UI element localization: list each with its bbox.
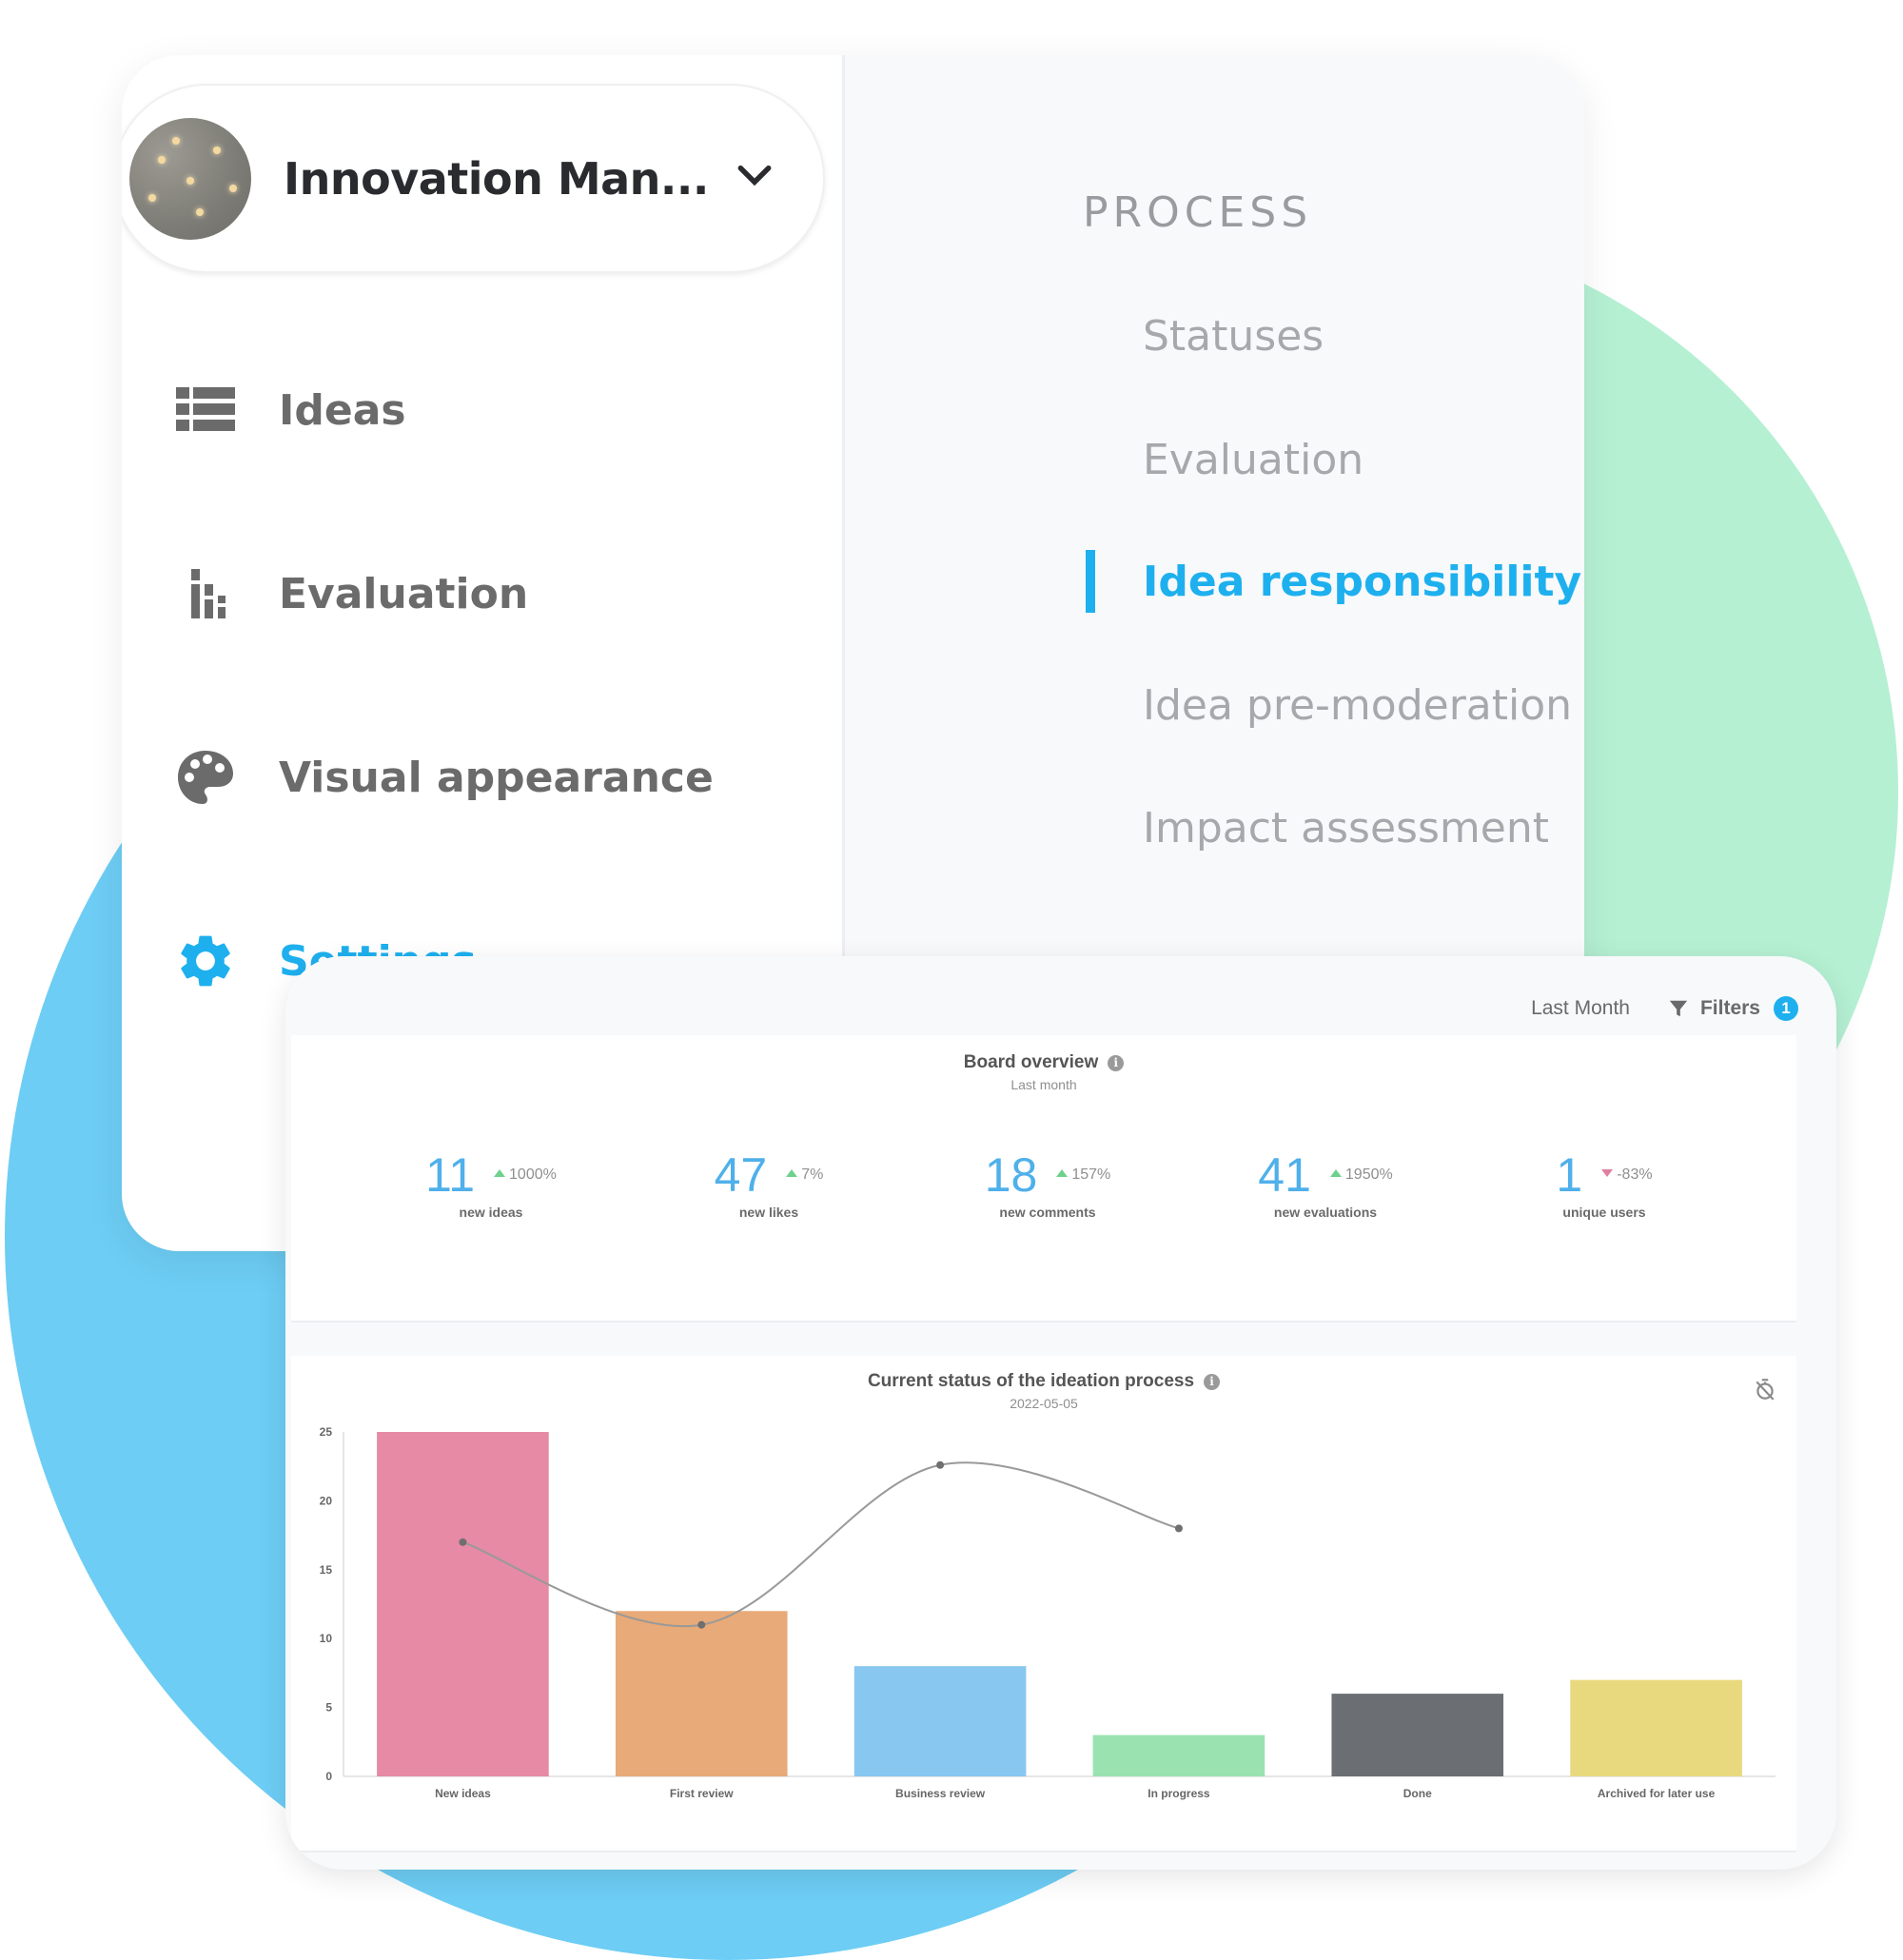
filter-icon [1669, 1000, 1688, 1017]
bar-chart-icon [174, 562, 237, 625]
x-tick-label: Business review [895, 1787, 986, 1800]
kpi-delta: 7% [786, 1166, 823, 1184]
filters-label: Filters [1699, 997, 1760, 1019]
kpi-caption: new comments [999, 1205, 1096, 1220]
status-chart-title-text: Current status of the ideation process [867, 1371, 1195, 1391]
submenu-item-idea-pre-moderation[interactable]: Idea pre-moderation [1143, 681, 1572, 730]
y-tick-label: 0 [325, 1770, 332, 1783]
gear-icon [174, 930, 237, 992]
sidebar-item-label: Evaluation [279, 569, 529, 618]
trend-up-icon [494, 1169, 506, 1177]
stopwatch-off-icon[interactable] [1753, 1377, 1777, 1401]
kpi-new-comments: 18 157% new comments [924, 1147, 1171, 1220]
status-chart-date: 2022-05-05 [1010, 1396, 1078, 1411]
trend-line [462, 1461, 1180, 1628]
palette-icon [174, 746, 237, 809]
active-indicator [1086, 550, 1095, 613]
y-tick-label: 15 [320, 1563, 333, 1577]
y-tick-label: 10 [320, 1632, 333, 1645]
board-overview-subtitle: Last month [1010, 1077, 1077, 1092]
trend-up-icon [1056, 1169, 1069, 1177]
period-selector[interactable]: Last Month [1531, 997, 1630, 1020]
trend-point [697, 1620, 706, 1629]
sidebar-item-ideas[interactable]: Ideas [174, 372, 406, 448]
info-icon[interactable]: i [1204, 1374, 1221, 1390]
filters-button[interactable]: Filters 1 [1668, 996, 1798, 1021]
kpi-caption: unique users [1562, 1205, 1646, 1220]
process-section-title: PROCESS [1083, 188, 1313, 237]
kpi-new-evaluations: 41 1950% new evaluations [1202, 1147, 1449, 1220]
status-bar-chart: 0 5 10 15 20 25 New ideas First review Business … [320, 1425, 1775, 1800]
kpi-caption: new likes [738, 1205, 799, 1220]
kpi-caption: new ideas [459, 1205, 523, 1220]
dashboard-toolbar: Last Month Filters 1 [1531, 985, 1798, 1032]
trend-point [1174, 1524, 1183, 1533]
bar-archived-for-later-use [1570, 1679, 1742, 1776]
info-icon[interactable]: i [1108, 1055, 1125, 1071]
kpi-delta: -83% [1601, 1166, 1653, 1184]
submenu-item-evaluation[interactable]: Evaluation [1143, 436, 1363, 484]
sidebar-item-evaluation[interactable]: Evaluation [174, 556, 528, 632]
kpi-caption: new evaluations [1273, 1205, 1378, 1220]
y-tick-label: 5 [325, 1701, 332, 1715]
submenu-item-statuses[interactable]: Statuses [1143, 312, 1324, 361]
x-tick-label: First review [670, 1787, 734, 1800]
bar-new-ideas [377, 1432, 549, 1776]
bar-done [1331, 1694, 1504, 1776]
kpi-value: 41 [1258, 1148, 1311, 1202]
kpi-value: 11 [425, 1148, 476, 1202]
kpi-new-likes: 47 7% new likes [645, 1147, 893, 1220]
sidebar-item-label: Ideas [279, 385, 406, 435]
kpi-delta: 1000% [494, 1166, 557, 1184]
submenu-item-impact-assessment[interactable]: Impact assessment [1143, 804, 1549, 853]
bar-in-progress [1092, 1735, 1265, 1776]
status-chart-panel: Current status of the ideation process i … [291, 1356, 1796, 1852]
filters-count-badge: 1 [1774, 996, 1798, 1021]
y-tick-label: 25 [320, 1425, 333, 1439]
kpi-value: 1 [1556, 1148, 1583, 1202]
bar-business-review [853, 1666, 1027, 1776]
trend-up-icon [786, 1169, 798, 1177]
workspace-switcher[interactable]: Innovation Man... [122, 84, 825, 273]
trend-up-icon [1329, 1169, 1342, 1177]
workspace-name: Innovation Man... [284, 152, 709, 205]
y-tick-label: 20 [320, 1494, 333, 1507]
trend-point [459, 1538, 467, 1546]
sidebar-item-visual-appearance[interactable]: Visual appearance [174, 739, 714, 815]
x-tick-label: Archived for later use [1598, 1787, 1716, 1800]
board-overview-title-text: Board overview [963, 1052, 1099, 1072]
kpi-value: 47 [714, 1148, 768, 1202]
kpi-unique-users: 1 -83% unique users [1481, 1147, 1728, 1220]
kpi-delta: 157% [1056, 1166, 1110, 1184]
sidebar-item-label: Visual appearance [279, 753, 714, 802]
kpi-new-ideas: 11 1000% new ideas [367, 1147, 615, 1220]
workspace-avatar [129, 117, 251, 240]
x-tick-label: Done [1403, 1787, 1432, 1800]
board-overview-panel: Board overview i Last month 11 1000% new id… [291, 1035, 1796, 1323]
status-chart-title: Current status of the ideation process i [291, 1371, 1796, 1392]
submenu-item-idea-responsibility[interactable]: Idea responsibility [1143, 558, 1581, 606]
kpi-value: 18 [984, 1148, 1038, 1202]
kpi-delta: 1950% [1329, 1166, 1393, 1184]
chevron-down-icon[interactable] [734, 154, 775, 196]
x-tick-label: New ideas [435, 1787, 491, 1800]
trend-point [936, 1460, 945, 1469]
dashboard-card: Last Month Filters 1 Board overview i Las… [285, 956, 1836, 1870]
board-overview-title: Board overview i [291, 1052, 1796, 1073]
x-tick-label: In progress [1148, 1787, 1210, 1800]
trend-down-icon [1601, 1169, 1614, 1177]
bar-first-review [615, 1611, 788, 1776]
list-icon [174, 379, 237, 441]
